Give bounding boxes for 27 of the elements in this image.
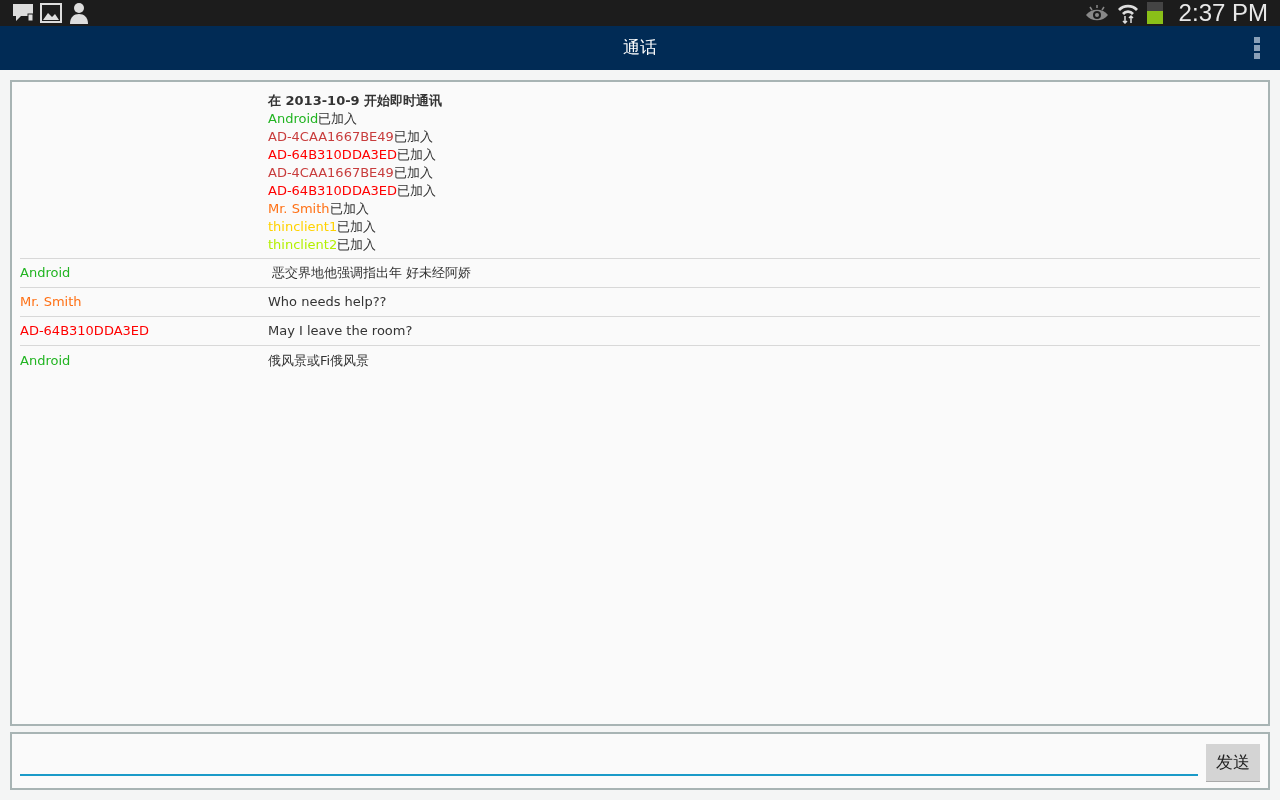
eye-icon	[1084, 4, 1109, 22]
join-notice: AD-4CAA1667BE49已加入	[268, 164, 434, 182]
chat-notification-icon	[12, 3, 36, 23]
message-text: 俄风景或Fi俄风景	[268, 351, 370, 370]
join-notice: Mr. Smith已加入	[268, 200, 370, 218]
sender-name: Android	[20, 264, 72, 282]
join-notice: Android已加入	[268, 110, 359, 128]
overflow-menu-icon[interactable]	[1254, 37, 1260, 59]
message-text: 恶交界地他强调指出年 好未经阿娇	[271, 264, 472, 282]
sender-name: AD-64B310DDA3ED	[20, 322, 151, 340]
battery-icon	[1146, 2, 1163, 24]
clock-text: 2:37 PM	[1178, 0, 1268, 26]
join-notice: thinclient1已加入	[268, 218, 378, 236]
sender-name: Android	[20, 351, 72, 370]
message-text: May I leave the room?	[268, 322, 413, 340]
wifi-icon	[1116, 2, 1139, 24]
send-button[interactable]: 发送	[1206, 743, 1260, 782]
join-notice: thinclient2已加入	[268, 236, 378, 254]
join-notice: AD-64B310DDA3ED已加入	[268, 182, 438, 200]
image-icon	[40, 3, 62, 23]
person-icon	[70, 2, 88, 24]
screen-title: 通话	[623, 36, 657, 60]
message-text: Who needs help??	[268, 293, 387, 311]
sender-name: Mr. Smith	[20, 293, 83, 311]
join-notice: AD-4CAA1667BE49已加入	[268, 128, 434, 146]
join-notice: AD-64B310DDA3ED已加入	[268, 146, 438, 164]
session-header: 在 2013-10-9 开始即时通讯	[268, 92, 443, 110]
